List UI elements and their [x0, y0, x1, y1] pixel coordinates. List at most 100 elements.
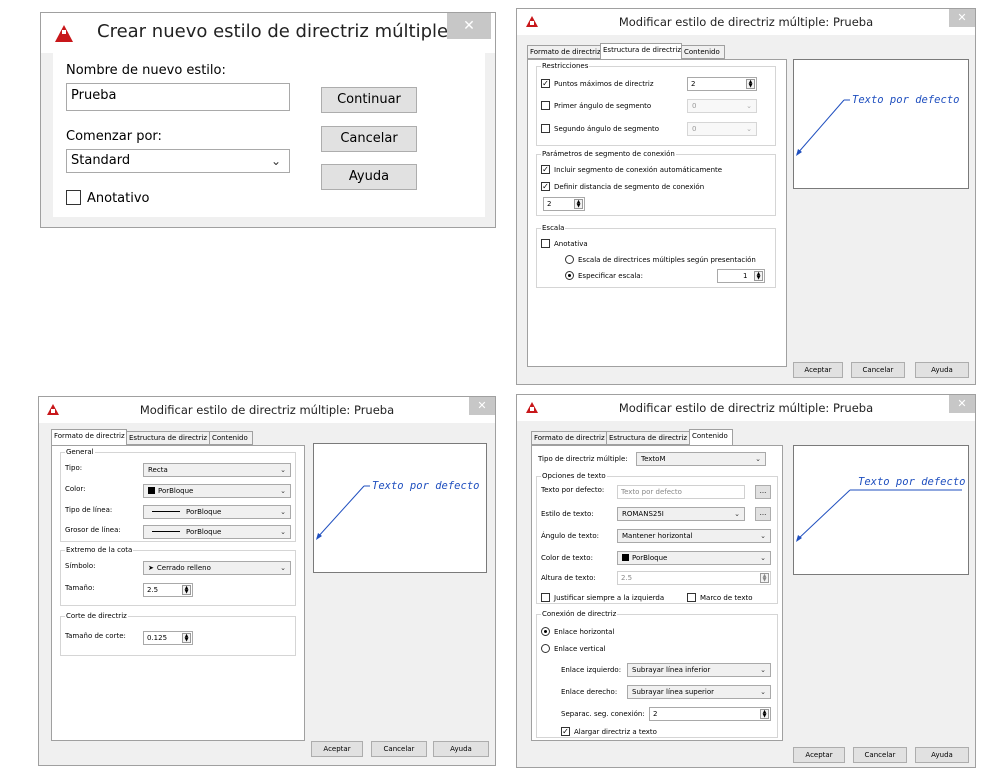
- continue-button[interactable]: Continuar: [321, 87, 417, 113]
- break-size-input[interactable]: 0.125 ▲ ▼: [143, 631, 193, 645]
- text-angle-value: Mantener horizontal: [622, 532, 693, 540]
- frame-text-checkbox[interactable]: [687, 593, 696, 602]
- help-button[interactable]: Ayuda: [915, 362, 969, 378]
- line-sample-icon: [152, 531, 180, 532]
- annotative-checkbox[interactable]: [541, 239, 550, 248]
- tab-content[interactable]: Contenido: [689, 429, 733, 445]
- default-text-input[interactable]: Texto por defecto: [617, 485, 745, 499]
- close-icon[interactable]: ✕: [949, 395, 975, 413]
- ok-button[interactable]: Aceptar: [793, 362, 843, 378]
- break-group-label: Corte de directriz: [65, 611, 128, 621]
- general-group-label: General: [65, 447, 95, 457]
- tab-leader-structure[interactable]: Estructura de directriz: [126, 431, 210, 445]
- tab-leader-format[interactable]: Formato de directriz: [51, 429, 127, 445]
- new-style-dialog: Crear nuevo estilo de directriz múltiple…: [40, 12, 496, 228]
- first-angle-select[interactable]: 0 ⌄: [687, 99, 757, 113]
- color-select[interactable]: PorBloque ⌄: [143, 484, 291, 498]
- mleader-type-select[interactable]: TextoM ⌄: [636, 452, 766, 466]
- landing-distance-input[interactable]: 2 ▲ ▼: [543, 197, 585, 211]
- tab-leader-structure[interactable]: Estructura de directriz: [606, 431, 690, 445]
- scale-layout-radio[interactable]: [565, 255, 574, 264]
- justify-left-checkbox[interactable]: [541, 593, 550, 602]
- left-attach-select[interactable]: Subrayar línea inferior ⌄: [627, 663, 771, 677]
- text-style-ellipsis-button[interactable]: ...: [755, 507, 771, 521]
- scale-specify-radio[interactable]: [565, 271, 574, 280]
- close-icon[interactable]: ✕: [949, 9, 975, 27]
- help-button[interactable]: Ayuda: [915, 747, 969, 763]
- chevron-down-icon: ⌄: [746, 102, 752, 110]
- cancel-button[interactable]: Cancelar: [321, 126, 417, 152]
- cancel-button[interactable]: Cancelar: [371, 741, 427, 757]
- scale-group-label: Escala: [541, 223, 566, 233]
- start-with-value: Standard: [71, 153, 131, 168]
- size-input[interactable]: 2.5 ▲ ▼: [143, 583, 193, 597]
- restrictions-group: Restricciones ✓ Puntos máximos de direct…: [536, 61, 776, 146]
- left-attach-value: Subrayar línea inferior: [632, 666, 711, 674]
- tab-content[interactable]: Contenido: [209, 431, 253, 445]
- lineweight-select[interactable]: PorBloque ⌄: [143, 525, 291, 539]
- chevron-down-icon: ⌄: [280, 508, 286, 516]
- ok-button[interactable]: Aceptar: [311, 741, 363, 757]
- right-attach-label: Enlace derecho:: [561, 688, 618, 696]
- mleader-type-label: Tipo de directriz múltiple:: [538, 455, 628, 463]
- linetype-select[interactable]: PorBloque ⌄: [143, 505, 291, 519]
- annotative-checkbox[interactable]: [66, 190, 81, 205]
- auto-landing-checkbox[interactable]: ✓: [541, 165, 550, 174]
- ok-button[interactable]: Aceptar: [793, 747, 845, 763]
- symbol-select[interactable]: ➤ Cerrado relleno ⌄: [143, 561, 291, 575]
- vertical-attach-radio[interactable]: [541, 644, 550, 653]
- scale-input[interactable]: 1 ▲ ▼: [717, 269, 765, 283]
- max-points-input[interactable]: 2 ▲ ▼: [687, 77, 757, 91]
- close-icon[interactable]: ✕: [469, 397, 495, 415]
- chevron-down-icon: ⌄: [746, 125, 752, 133]
- arrowhead-group-label: Extremo de la cota: [65, 545, 134, 555]
- extend-leader-checkbox[interactable]: ✓: [561, 727, 570, 736]
- spinner-icon[interactable]: ▲ ▼: [760, 709, 769, 719]
- type-select[interactable]: Recta ⌄: [143, 463, 291, 477]
- break-size-label: Tamaño de corte:: [65, 632, 126, 640]
- tab-leader-structure[interactable]: Estructura de directriz: [600, 43, 682, 59]
- spinner-icon[interactable]: ▲ ▼: [182, 633, 191, 643]
- extend-leader-label: Alargar directriz a texto: [574, 728, 657, 736]
- tab-content[interactable]: Contenido: [681, 45, 725, 59]
- text-color-value: PorBloque: [632, 554, 668, 562]
- second-angle-select[interactable]: 0 ⌄: [687, 122, 757, 136]
- content-panel: Tipo de directriz múltiple: TextoM ⌄ Opc…: [531, 445, 783, 741]
- leader-preview: Texto por defecto: [793, 59, 969, 189]
- second-angle-checkbox[interactable]: [541, 124, 550, 133]
- first-angle-checkbox[interactable]: [541, 101, 550, 110]
- left-attach-label: Enlace izquierdo:: [561, 666, 622, 674]
- help-button[interactable]: Ayuda: [433, 741, 489, 757]
- spinner-icon[interactable]: ▲ ▼: [754, 271, 763, 281]
- start-with-select[interactable]: Standard ⌄: [66, 149, 290, 173]
- text-style-label: Estilo de texto:: [541, 510, 594, 518]
- cancel-button[interactable]: Cancelar: [851, 362, 905, 378]
- text-color-select[interactable]: PorBloque ⌄: [617, 551, 771, 565]
- new-style-name-input[interactable]: Prueba: [66, 83, 290, 111]
- text-height-input[interactable]: 2.5 ▲ ▼: [617, 571, 771, 585]
- new-style-name-label: Nombre de nuevo estilo:: [66, 63, 226, 78]
- landing-gap-input[interactable]: 2 ▲ ▼: [649, 707, 771, 721]
- right-attach-select[interactable]: Subrayar línea superior ⌄: [627, 685, 771, 699]
- default-text-ellipsis-button[interactable]: ...: [755, 485, 771, 499]
- max-points-checkbox[interactable]: ✓: [541, 79, 550, 88]
- landing-distance-checkbox[interactable]: ✓: [541, 182, 550, 191]
- structure-panel: Restricciones ✓ Puntos máximos de direct…: [527, 59, 787, 367]
- tab-leader-format[interactable]: Formato de directriz: [531, 431, 607, 445]
- leader-arrow-graphic: [796, 489, 962, 542]
- text-angle-select[interactable]: Mantener horizontal ⌄: [617, 529, 771, 543]
- help-button[interactable]: Ayuda: [321, 164, 417, 190]
- spinner-icon[interactable]: ▲ ▼: [574, 199, 583, 209]
- spinner-icon[interactable]: ▲ ▼: [760, 573, 769, 583]
- cancel-button[interactable]: Cancelar: [853, 747, 907, 763]
- tab-leader-format[interactable]: Formato de directriz: [527, 45, 601, 59]
- horizontal-attach-radio[interactable]: [541, 627, 550, 636]
- spinner-icon[interactable]: ▲ ▼: [182, 585, 191, 595]
- chevron-down-icon: ⌄: [270, 154, 281, 168]
- max-points-label: Puntos máximos de directriz: [554, 80, 654, 88]
- spinner-icon[interactable]: ▲ ▼: [746, 79, 755, 89]
- color-value: PorBloque: [158, 487, 194, 495]
- text-style-select[interactable]: ROMANS25I ⌄: [617, 507, 745, 521]
- chevron-down-icon: ⌄: [760, 532, 766, 540]
- close-icon[interactable]: ✕: [447, 13, 491, 39]
